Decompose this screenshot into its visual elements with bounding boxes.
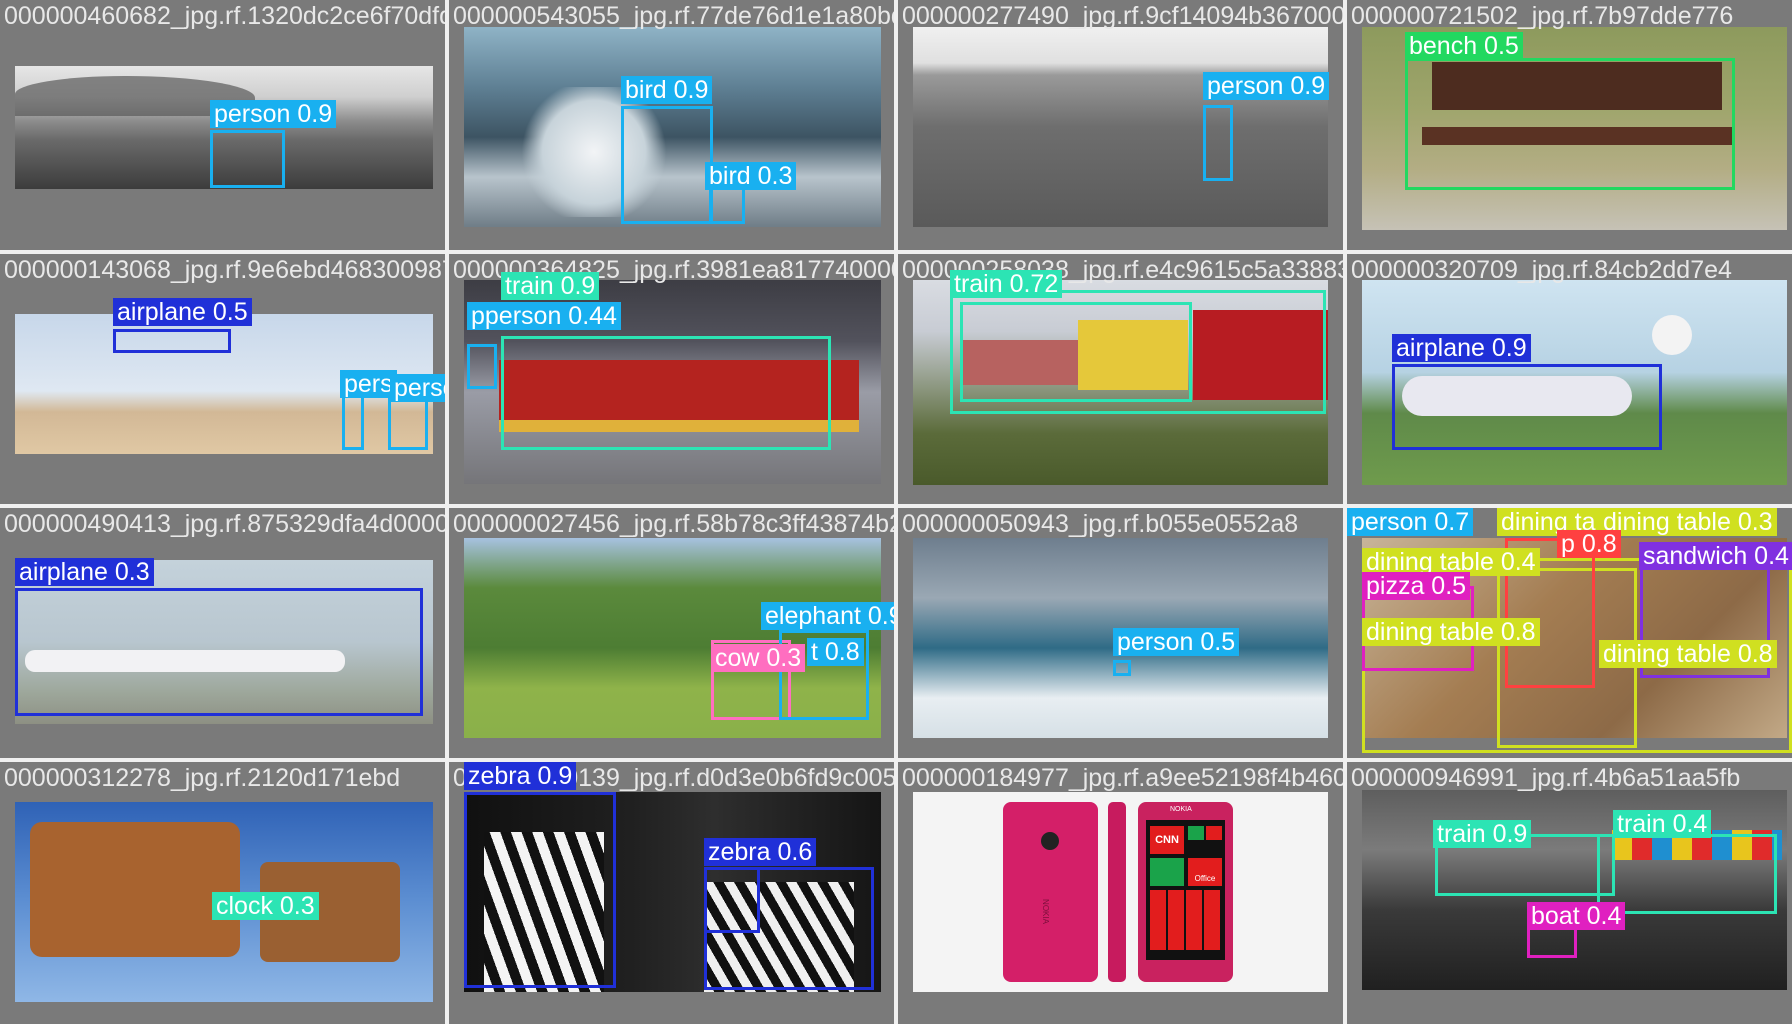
bbox-person xyxy=(1203,105,1233,181)
phone-brand-front: NOKIA xyxy=(1170,806,1192,813)
result-image xyxy=(913,27,1328,227)
filename-label: 000000460682_jpg.rf.1320dc2ce6f70dfd0d54… xyxy=(4,2,445,30)
grid-divider xyxy=(894,0,898,1024)
bbox-label: train 0.72 xyxy=(950,270,1063,298)
result-cell-10: 000000027456_jpg.rf.58b78c3ff43874b20050… xyxy=(449,508,894,758)
bbox-label: bench 0.5 xyxy=(1405,32,1523,60)
bbox-train xyxy=(501,336,831,450)
bbox-label: person 0.9 xyxy=(210,100,337,128)
result-cell-16: 000000946991_jpg.rf.4b6a51aa5fb train 0.… xyxy=(1347,762,1792,1012)
result-cell-12: 000000 person 0.7 dining ta dining table… xyxy=(1347,508,1792,758)
filename-label: 000000946991_jpg.rf.4b6a51aa5fb xyxy=(1351,764,1741,792)
filename-label: 000000050943_jpg.rf.b055e0552a8 xyxy=(902,510,1299,538)
grid-divider xyxy=(0,504,1792,508)
bbox-label: clock 0.3 xyxy=(212,892,319,920)
phone-back: NOKIA xyxy=(1003,802,1098,982)
bbox-label: train 0.4 xyxy=(1613,810,1712,838)
filename-label: 000000320709_jpg.rf.84cb2dd7e4 xyxy=(1351,256,1732,284)
bbox-bird xyxy=(709,186,745,224)
result-cell-7: 000000258038_jpg.rf.e4c9615c5a3388320a27… xyxy=(898,254,1343,504)
bbox-label: person 0.9 xyxy=(1203,72,1330,100)
bbox-person xyxy=(467,344,497,389)
bbox-label: dining table 0.3 xyxy=(1599,508,1777,536)
filename-label: 000000721502_jpg.rf.7b97dde776 xyxy=(1351,2,1734,30)
result-cell-4: 000000721502_jpg.rf.7b97dde776 bench 0.5 xyxy=(1347,0,1792,250)
bbox-zebra xyxy=(704,867,760,933)
bbox-label: t 0.8 xyxy=(807,638,864,666)
bbox-label: zebra 0.6 xyxy=(704,838,817,866)
bbox-bench xyxy=(1405,58,1735,190)
bbox-label: sandwich 0.4 xyxy=(1639,542,1792,570)
bbox-train xyxy=(960,302,1192,402)
bbox-label: train 0.9 xyxy=(1433,820,1532,848)
filename-label: 000000184977_jpg.rf.a9ee52198f4b46099469… xyxy=(902,764,1343,792)
filename-label: 000000312278_jpg.rf.2120d171ebd xyxy=(4,764,401,792)
phone-screen: CNN Office xyxy=(1146,820,1225,960)
result-cell-14: 000000000139_jpg.rf.d0d3e0b6fd9c00551849… xyxy=(449,762,894,1012)
bbox-person xyxy=(210,130,285,188)
bbox-airplane xyxy=(1392,364,1662,450)
grid-divider xyxy=(445,0,449,1024)
phone-side xyxy=(1108,802,1126,982)
result-cell-8: 000000320709_jpg.rf.84cb2dd7e4 airplane … xyxy=(1347,254,1792,504)
bbox-label: person 0.5 xyxy=(1113,628,1240,656)
tile-office: Office xyxy=(1188,858,1222,886)
phone-brand-back: NOKIA xyxy=(1040,899,1050,924)
grid-divider xyxy=(0,758,1792,762)
bbox-label: pers xyxy=(340,370,397,398)
result-image: NOKIA NOKIA CNN Office xyxy=(913,792,1328,992)
bbox-airplane xyxy=(113,329,231,353)
filename-label: 000000543055_jpg.rf.77de76d1e1a80bd27794… xyxy=(453,2,894,30)
bbox-label: person 0.8 xyxy=(390,374,445,402)
bbox-label: bird 0.9 xyxy=(621,76,713,104)
bbox-airplane xyxy=(15,588,423,716)
result-cell-13: 000000312278_jpg.rf.2120d171ebd clock 0.… xyxy=(0,762,445,1012)
bbox-label: cow 0.3 xyxy=(711,644,806,672)
grid-divider xyxy=(0,250,1792,254)
bbox-bird xyxy=(621,106,713,224)
tile-cnn: CNN xyxy=(1150,826,1184,854)
bbox-label: boat 0.4 xyxy=(1527,902,1626,930)
bbox-person xyxy=(388,394,428,450)
bbox-person xyxy=(1113,660,1131,676)
bbox-label: elephant 0.9 xyxy=(761,602,894,630)
bbox-label: airplane 0.9 xyxy=(1392,334,1531,362)
result-cell-15: NOKIA NOKIA CNN Office 000000184977_jpg.… xyxy=(898,762,1343,1012)
bbox-zebra xyxy=(464,792,616,988)
bbox-label: p 0.8 xyxy=(1557,530,1621,558)
bbox-label: pperson 0.44 xyxy=(467,302,621,330)
result-cell-2: 000000543055_jpg.rf.77de76d1e1a80bd27794… xyxy=(449,0,894,250)
result-cell-6: 000000364825_jpg.rf.3981ea81774000002580… xyxy=(449,254,894,504)
filename-label: 000000143068_jpg.rf.9e6ebd46830098703d48… xyxy=(4,256,445,284)
result-cell-3: 000000277490_jpg.rf.9cf14094b3670000f215… xyxy=(898,0,1343,250)
result-cell-1: 000000460682_jpg.rf.1320dc2ce6f70dfd0d54… xyxy=(0,0,445,250)
phone-front: NOKIA CNN Office xyxy=(1138,802,1233,982)
bbox-label: bird 0.3 xyxy=(705,162,797,190)
filename-label: 000000490413_jpg.rf.875329dfa4d000000274… xyxy=(4,510,445,538)
result-cell-11: 000000050943_jpg.rf.b055e0552a8 person 0… xyxy=(898,508,1343,758)
grid-divider xyxy=(1343,0,1347,1024)
bbox-label: dining table 0.8 xyxy=(1362,618,1540,646)
filename-label: 000000277490_jpg.rf.9cf14094b3670000f215… xyxy=(902,2,1343,30)
result-cell-9: 000000490413_jpg.rf.875329dfa4d000000274… xyxy=(0,508,445,758)
filename-label: 000000027456_jpg.rf.58b78c3ff43874b20050… xyxy=(453,510,894,538)
bbox-label: dining table 0.8 xyxy=(1599,640,1777,668)
result-cell-5: 000000143068_jpg.rf.9e6ebd46830098703d48… xyxy=(0,254,445,504)
detection-results-grid: 000000460682_jpg.rf.1320dc2ce6f70dfd0d54… xyxy=(0,0,1792,1024)
bbox-label: airplane 0.3 xyxy=(15,558,154,586)
bbox-label: train 0.9 xyxy=(501,272,600,300)
bbox-label: zebra 0.9 xyxy=(464,762,577,790)
bbox-label: person 0.7 xyxy=(1347,508,1474,536)
bbox-label: pizza 0.5 xyxy=(1362,572,1471,600)
bbox-label: airplane 0.5 xyxy=(113,298,252,326)
